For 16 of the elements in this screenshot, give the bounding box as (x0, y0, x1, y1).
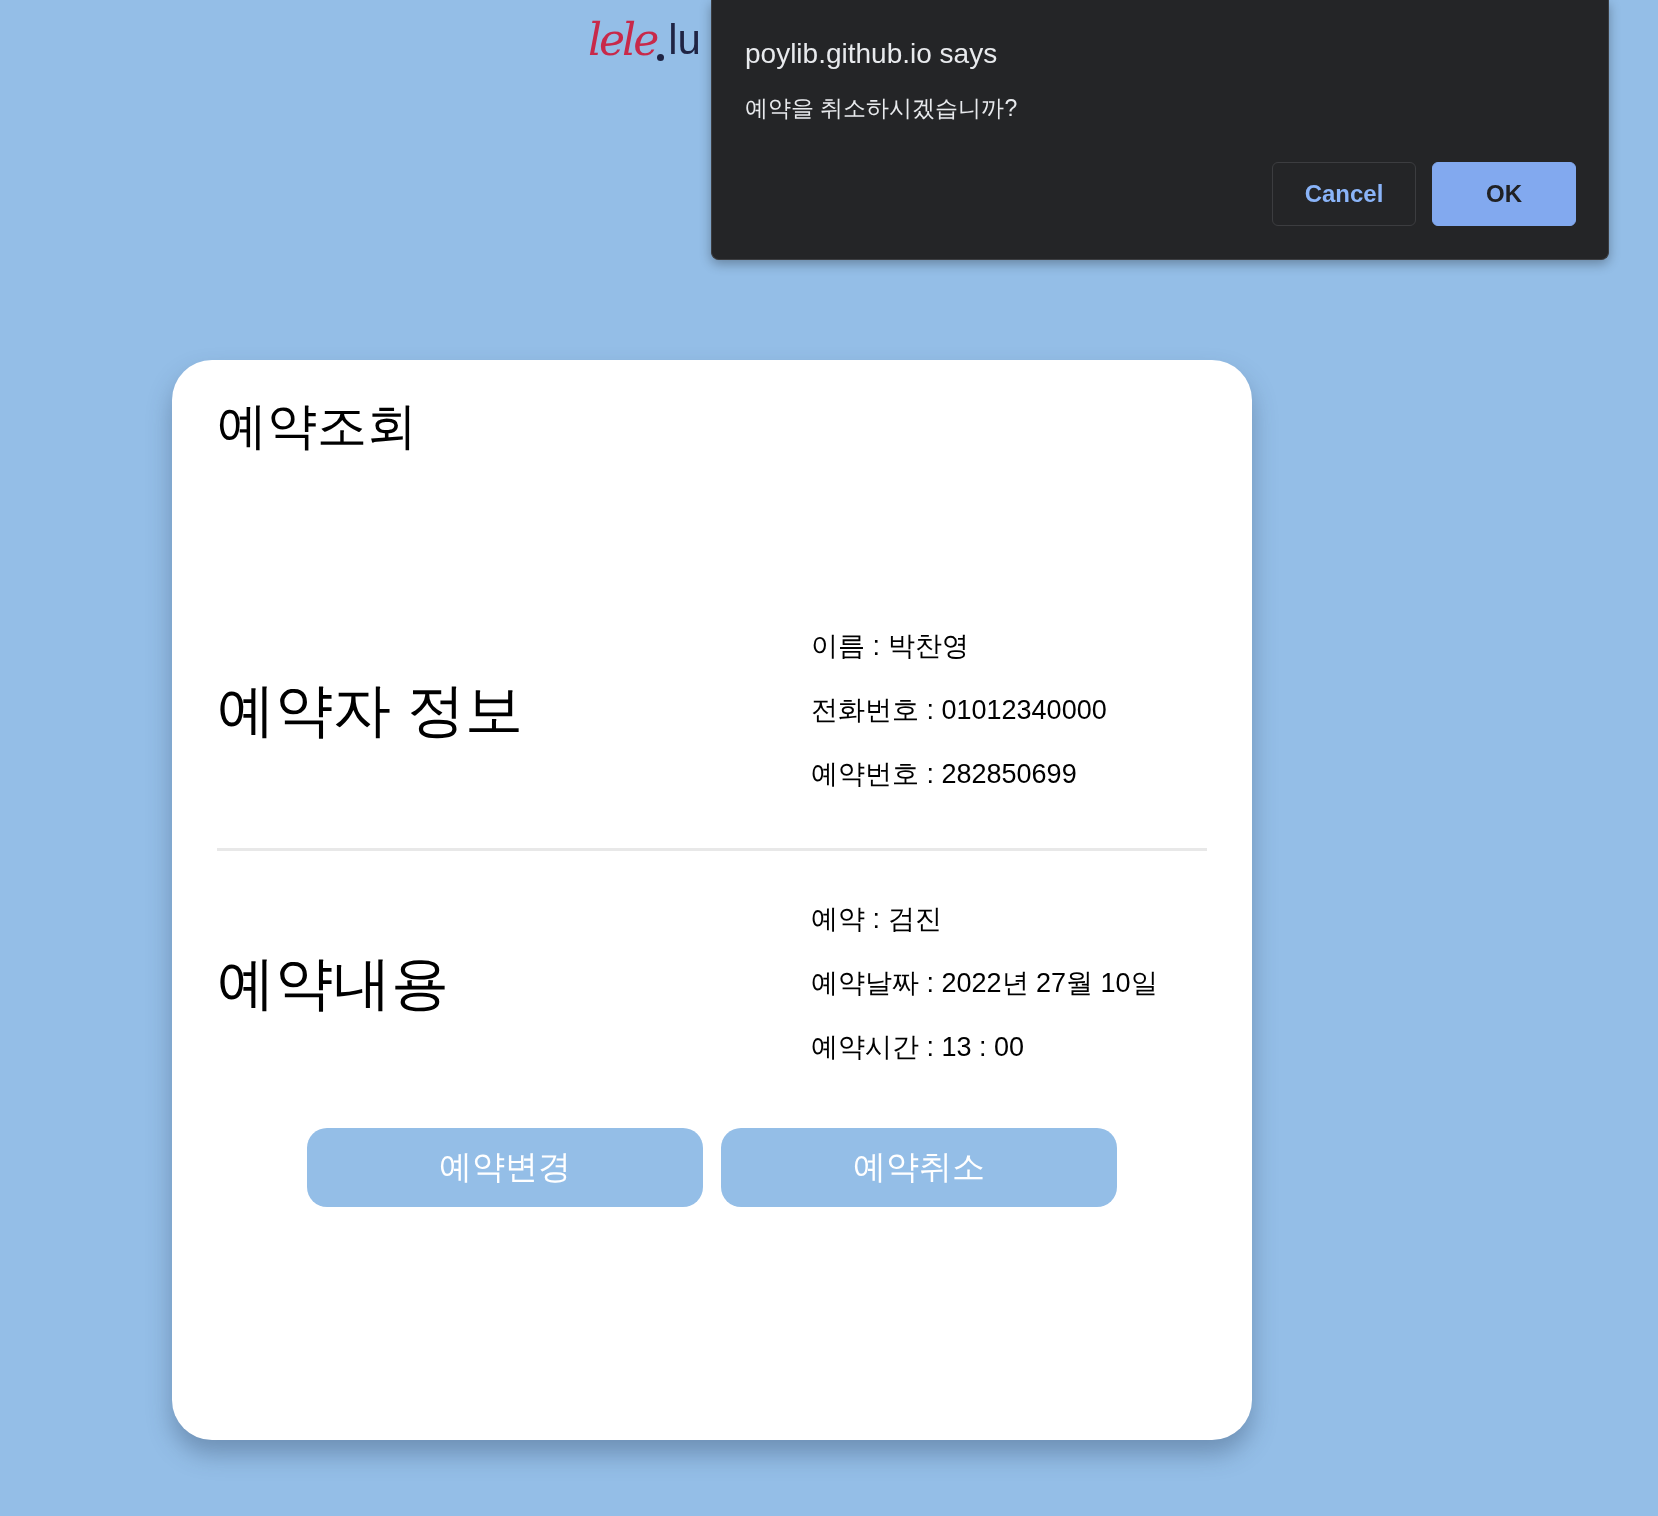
info-row-text: 예약시간 : 13 : 00 (811, 1031, 1026, 1064)
dialog-message: 예약을 취소하시겠습니까? (745, 94, 1019, 123)
info-row-text: 이름 : 박찬영 (811, 630, 970, 663)
section-heading: 예약내용 (217, 949, 450, 1017)
section-heading: 예약자 정보 (217, 676, 525, 744)
logo-text: lu (668, 15, 701, 65)
ok-button[interactable]: OK (1432, 162, 1576, 226)
info-row-text: 예약날짜 : 2022년 27월 10일 (811, 967, 1159, 1000)
cancel-button[interactable]: Cancel (1272, 162, 1416, 226)
logo-script: lele (588, 13, 657, 67)
info-row-text: 예약 : 검진 (811, 903, 943, 936)
logo-dot-icon (657, 54, 665, 61)
card-title: 예약조회 (217, 397, 418, 456)
info-row-text: 전화번호 : 01012340000 (811, 694, 1108, 727)
info-row-text: 예약번호 : 282850699 (811, 758, 1078, 791)
dialog-title: poylib.github.io says (745, 37, 999, 71)
